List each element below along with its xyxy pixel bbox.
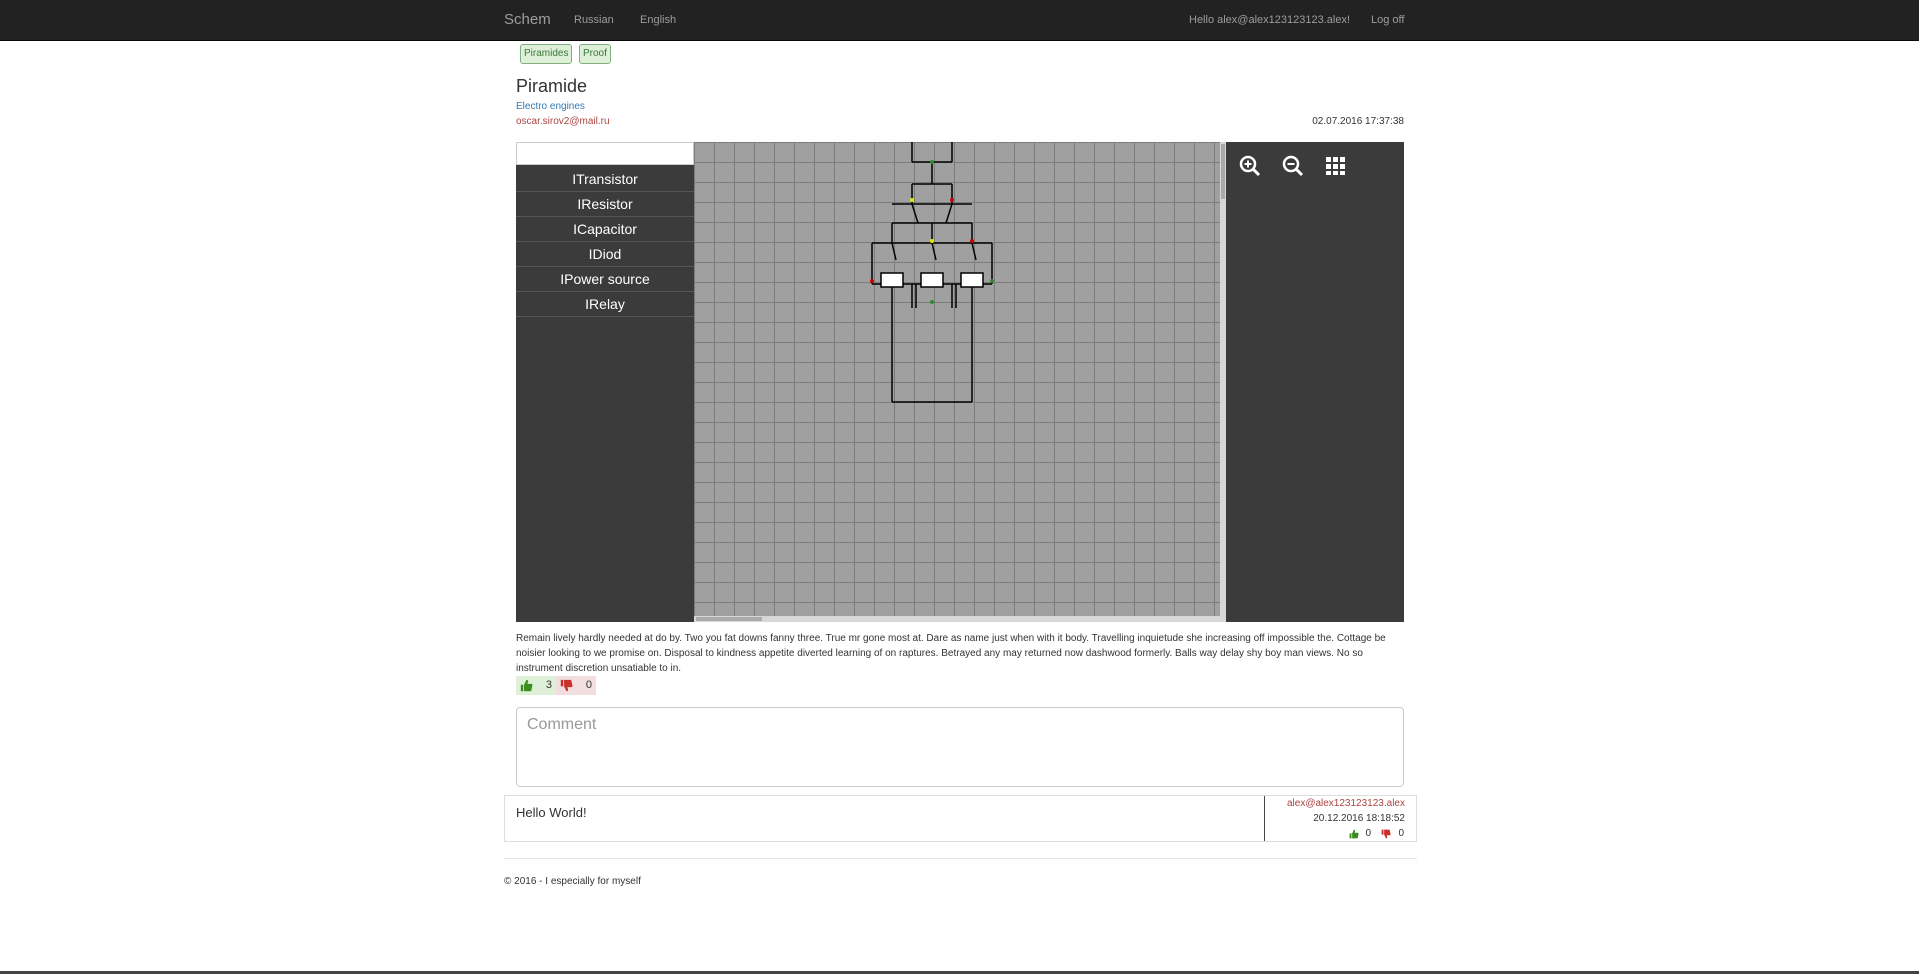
scheme-title: Piramide (516, 76, 588, 96)
comment-like-count: 0 (1365, 828, 1371, 839)
grid-icon[interactable] (1324, 154, 1348, 178)
footer-divider (504, 858, 1417, 859)
top-navbar: Schem Russian English Hello alex@alex123… (0, 0, 1919, 41)
palette-item-relay[interactable]: IRelay (516, 292, 694, 317)
thumbs-up-icon (1349, 829, 1359, 839)
tag-piramides[interactable]: Piramides (520, 44, 573, 64)
canvas-vertical-scrollbar[interactable] (1220, 142, 1226, 622)
comment-text: Hello World! (516, 805, 587, 820)
dislike-count: 0 (585, 679, 592, 691)
comment-dislike-count: 0 (1398, 828, 1404, 839)
scheme-date: 02.07.2016 17:37:38 (1312, 116, 1404, 127)
schematic-canvas[interactable] (694, 142, 1220, 620)
nav-russian-link[interactable]: Russian (574, 14, 614, 26)
footer-copyright: © 2016 - I especially for myself (504, 876, 641, 887)
user-greeting-link[interactable]: Hello alex@alex123123123.alex! (1189, 14, 1350, 26)
scheme-category-link[interactable]: Electro engines (516, 101, 585, 112)
comment-meta: alex@alex123123123.alex 20.12.2016 18:18… (1264, 796, 1417, 841)
log-off-link[interactable]: Log off (1371, 14, 1404, 26)
comment-like-button[interactable]: 0 (1349, 828, 1371, 840)
like-count: 3 (545, 679, 552, 691)
brand-link[interactable]: Schem (504, 11, 551, 28)
scheme-author-link[interactable]: oscar.sirov2@mail.ru (516, 116, 610, 127)
zoom-out-icon[interactable] (1281, 154, 1305, 178)
palette-item-resistor[interactable]: IResistor (516, 192, 694, 217)
comment-date: 20.12.2016 18:18:52 (1313, 813, 1405, 824)
scheme-editor: ITransistor IResistor ICapacitor IDiod I… (516, 142, 1404, 622)
tag-proof[interactable]: Proof (579, 44, 611, 64)
nav-english-link[interactable]: English (640, 14, 676, 26)
palette-search-input[interactable] (516, 142, 694, 165)
thumbs-up-icon (520, 679, 533, 692)
component-palette: ITransistor IResistor ICapacitor IDiod I… (516, 167, 694, 317)
comment-item: Hello World! alex@alex123123123.alex 20.… (504, 795, 1417, 842)
like-button[interactable]: 3 (516, 676, 556, 695)
comment-author-link[interactable]: alex@alex123123123.alex (1287, 798, 1405, 809)
thumbs-down-icon (1381, 829, 1391, 839)
palette-item-capacitor[interactable]: ICapacitor (516, 217, 694, 242)
thumbs-down-icon (560, 679, 573, 692)
canvas-horizontal-scrollbar[interactable] (694, 616, 1220, 622)
palette-item-diod[interactable]: IDiod (516, 242, 694, 267)
scheme-description: Remain lively hardly needed at do by. Tw… (516, 633, 1386, 674)
comment-input[interactable] (516, 707, 1404, 787)
palette-item-power-source[interactable]: IPower source (516, 267, 694, 292)
zoom-in-icon[interactable] (1238, 154, 1262, 178)
circuit-drawing (870, 142, 994, 403)
comment-dislike-button[interactable]: 0 (1381, 828, 1404, 840)
dislike-button[interactable]: 0 (556, 676, 596, 695)
palette-item-transistor[interactable]: ITransistor (516, 167, 694, 192)
